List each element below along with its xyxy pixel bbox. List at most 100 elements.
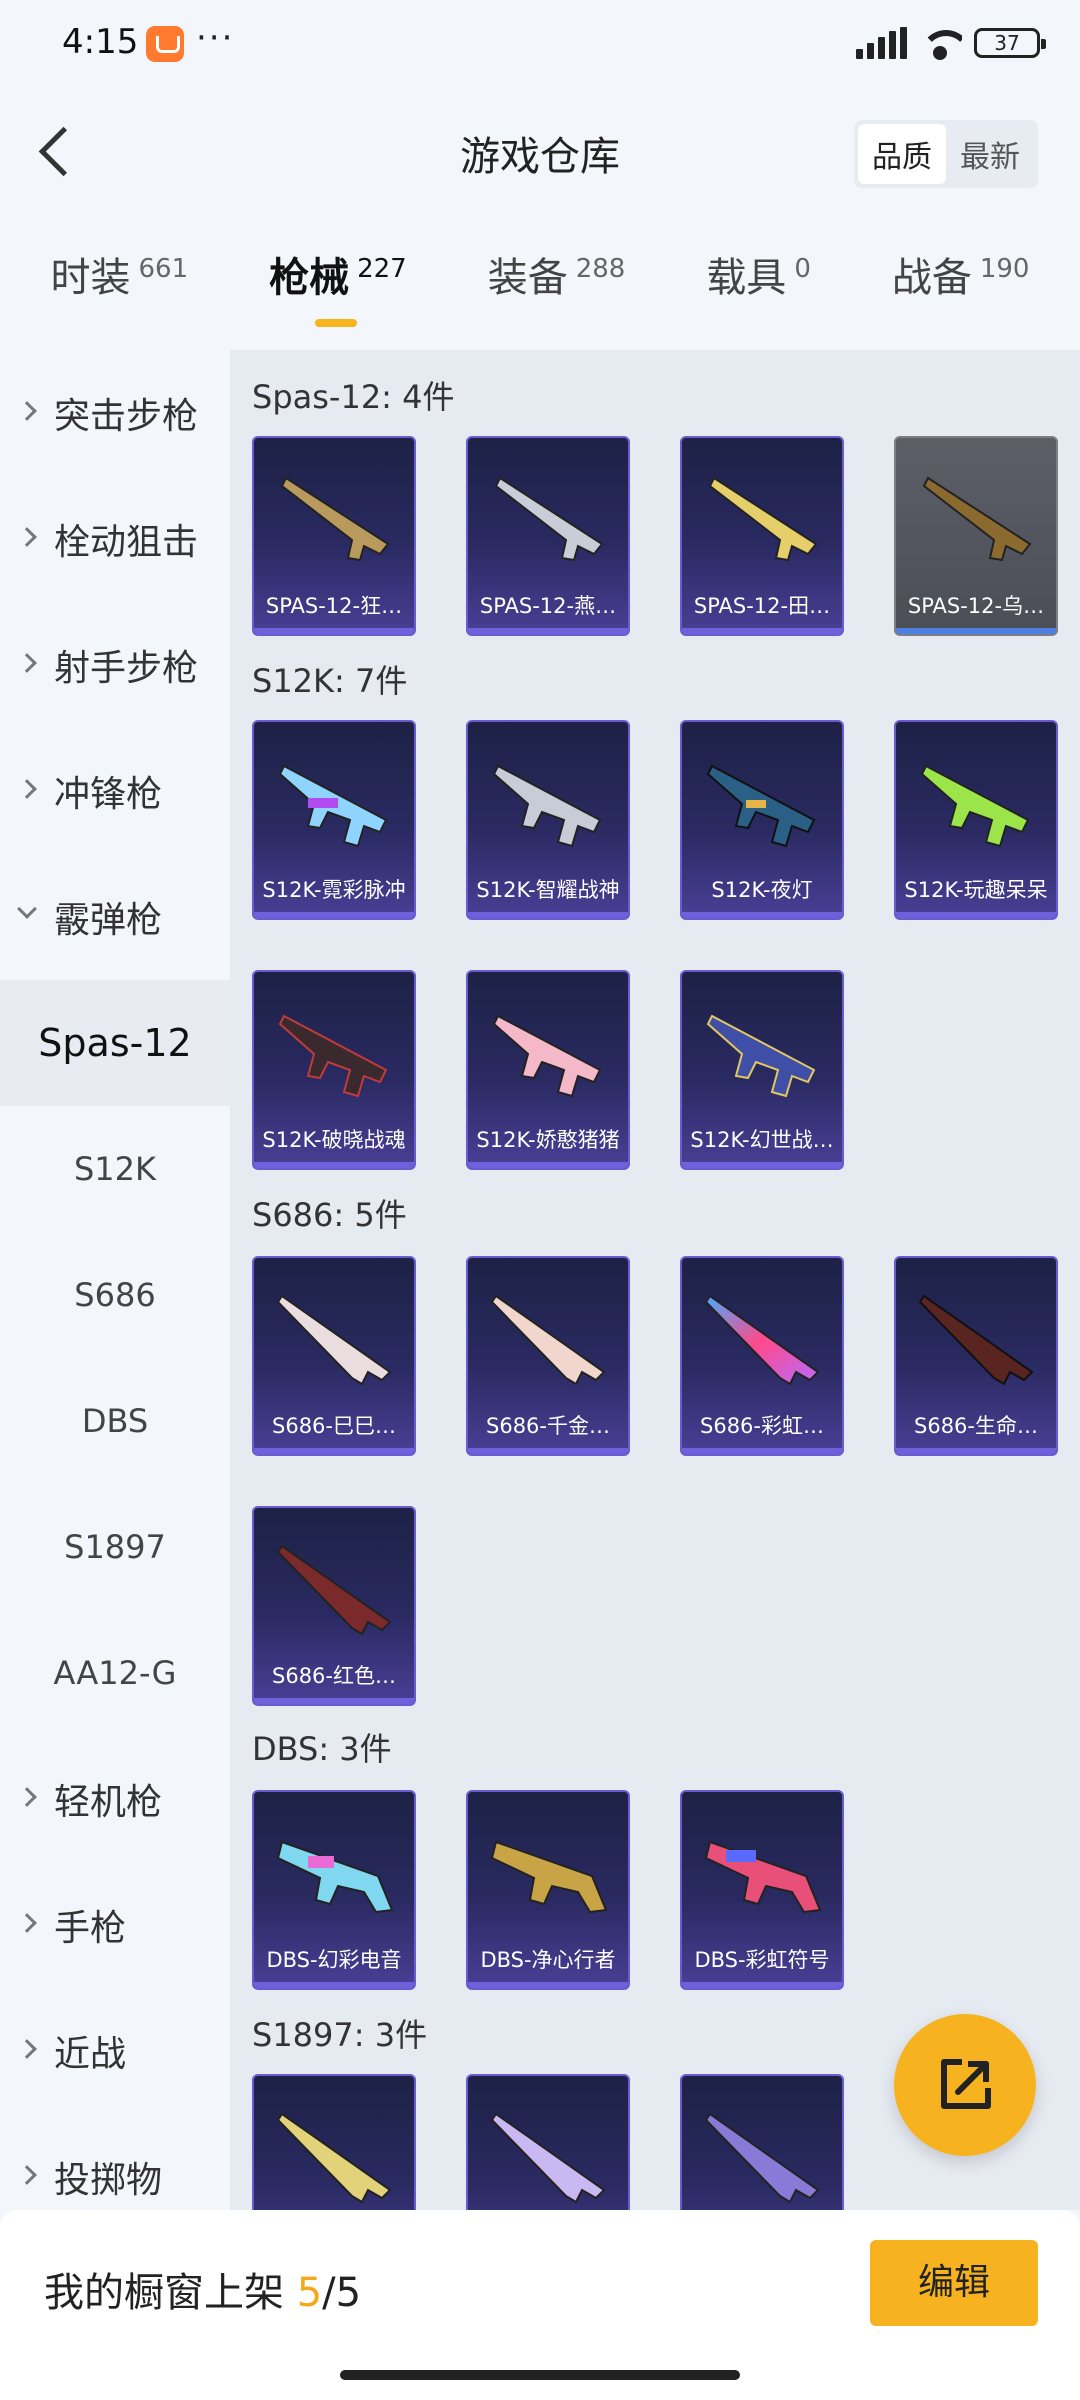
sort-quality-button[interactable]: 品质 — [858, 124, 946, 184]
skin-card[interactable]: DBS-彩虹符号 — [680, 1790, 844, 1990]
shotgun-skin-icon — [920, 764, 1030, 848]
card-bar — [254, 1982, 414, 1988]
skin-name: SPAS-12-燕… — [479, 594, 617, 618]
skin-name: S12K-幻世战… — [690, 1128, 834, 1152]
skin-card[interactable]: SPAS-12-田… — [680, 436, 844, 636]
card-bar — [682, 1448, 842, 1454]
sidebar-subitem-spas12[interactable]: Spas-12 — [0, 980, 230, 1106]
showcase-total: /5 — [322, 2270, 362, 2316]
tab-count: 661 — [138, 254, 189, 284]
tab-fashion[interactable]: 时装 661 — [50, 245, 188, 325]
tab-vehicles[interactable]: 载具 0 — [706, 245, 811, 325]
sidebar-item-label: 冲锋枪 — [54, 774, 163, 815]
skin-card[interactable]: S12K-幻世战… — [680, 970, 844, 1170]
skin-card[interactable]: S12K-夜灯 — [680, 720, 844, 920]
skin-name: S12K-夜灯 — [711, 878, 813, 902]
sidebar-item-lmg[interactable]: 轻机枪 — [0, 1736, 230, 1862]
card-bar — [254, 912, 414, 918]
chevron-right-icon — [17, 1787, 37, 1807]
skin-name: S12K-玩趣呆呆 — [904, 878, 1048, 902]
skin-card[interactable]: S686-千金… — [466, 1256, 630, 1456]
skin-name: S686-巳巳… — [272, 1414, 396, 1438]
group-title-spas12: Spas-12: 4件 — [252, 378, 455, 416]
skin-name: S686-红色… — [272, 1664, 396, 1688]
sidebar-item-label: 栓动狙击 — [54, 522, 199, 563]
sidebar-item-pistol[interactable]: 手枪 — [0, 1862, 230, 1988]
status-time: 4:15 — [62, 22, 139, 62]
skin-name: S686-千金… — [486, 1414, 610, 1438]
skin-card[interactable]: SPAS-12-乌… — [894, 436, 1058, 636]
share-button[interactable] — [894, 2014, 1036, 2156]
skin-name: S12K-霓彩脉冲 — [262, 878, 406, 902]
tab-equipment[interactable]: 装备 288 — [488, 245, 626, 325]
card-bar — [682, 912, 842, 918]
sidebar-item-bolt-sniper[interactable]: 栓动狙击 — [0, 476, 230, 602]
skin-card[interactable]: S686-红色… — [252, 1506, 416, 1706]
skin-card[interactable]: S686-彩虹… — [680, 1256, 844, 1456]
sidebar-item-melee[interactable]: 近战 — [0, 1988, 230, 2114]
sidebar-subitem-s1897[interactable]: S1897 — [0, 1484, 230, 1610]
tab-label: 战备 — [891, 255, 972, 301]
tab-firearms[interactable]: 枪械 227 — [269, 245, 407, 327]
share-icon — [941, 2059, 991, 2109]
sidebar-item-smg[interactable]: 冲锋枪 — [0, 728, 230, 854]
sidebar-subitem-s12k[interactable]: S12K — [0, 1106, 230, 1232]
shotgun-skin-icon — [704, 1294, 820, 1386]
skin-name: S12K-破晓战魂 — [262, 1128, 406, 1152]
card-bar — [896, 1448, 1056, 1454]
sidebar-subitem-dbs[interactable]: DBS — [0, 1358, 230, 1484]
status-bar: 4:15 ··· 37 — [0, 0, 1080, 90]
group-title-s1897: S1897: 3件 — [252, 2016, 428, 2054]
tab-label: 枪械 — [269, 255, 350, 301]
sidebar-subitem-s686[interactable]: S686 — [0, 1232, 230, 1358]
skin-card[interactable]: S12K-破晓战魂 — [252, 970, 416, 1170]
skin-card[interactable] — [680, 2074, 844, 2210]
skin-name: DBS-净心行者 — [480, 1948, 616, 1972]
card-bar — [254, 1448, 414, 1454]
sidebar-item-marksman-rifle[interactable]: 射手步枪 — [0, 602, 230, 728]
skin-card[interactable]: S12K-娇憨猪猪 — [466, 970, 630, 1170]
skin-card[interactable]: S686-生命… — [894, 1256, 1058, 1456]
skin-card[interactable]: DBS-幻彩电音 — [252, 1790, 416, 1990]
skin-card[interactable] — [252, 2074, 416, 2210]
signal-icon — [856, 27, 907, 59]
active-tab-indicator — [315, 319, 358, 327]
chevron-right-icon — [17, 653, 37, 673]
skin-card[interactable]: SPAS-12-燕… — [466, 436, 630, 636]
skin-card[interactable]: S686-巳巳… — [252, 1256, 416, 1456]
card-bar — [254, 1162, 414, 1168]
chevron-down-icon — [17, 899, 37, 919]
card-bar — [468, 1448, 628, 1454]
home-indicator[interactable] — [340, 2370, 740, 2380]
chevron-right-icon — [17, 401, 37, 421]
skin-name: SPAS-12-狂… — [265, 594, 403, 618]
shotgun-skin-icon — [492, 1014, 602, 1098]
tab-supplies[interactable]: 战备 190 — [892, 245, 1030, 325]
sidebar-item-shotgun[interactable]: 霰弹枪 — [0, 854, 230, 980]
tab-count: 227 — [357, 254, 407, 284]
card-bar — [468, 1982, 628, 1988]
skin-card[interactable]: S12K-霓彩脉冲 — [252, 720, 416, 920]
skin-card[interactable]: S12K-玩趣呆呆 — [894, 720, 1058, 920]
skin-name: S686-生命… — [914, 1414, 1038, 1438]
battery-icon: 37 — [974, 28, 1046, 58]
skin-name: DBS-彩虹符号 — [694, 1948, 830, 1972]
sidebar-item-label: 突击步枪 — [54, 396, 199, 437]
skin-card[interactable] — [466, 2074, 630, 2210]
sort-toggle: 品质 最新 — [854, 120, 1038, 188]
sort-newest-button[interactable]: 最新 — [946, 124, 1034, 184]
sidebar-item-label: 射手步枪 — [54, 648, 199, 689]
shotgun-skin-icon — [278, 764, 388, 848]
sidebar-item-assault-rifle[interactable]: 突击步枪 — [0, 350, 230, 476]
sidebar-subitem-aa12g[interactable]: AA12-G — [0, 1610, 230, 1736]
skin-card[interactable]: SPAS-12-狂… — [252, 436, 416, 636]
skin-card[interactable]: DBS-净心行者 — [466, 1790, 630, 1990]
edit-button[interactable]: 编辑 — [870, 2240, 1038, 2326]
group-title-dbs: DBS: 3件 — [252, 1730, 392, 1768]
skin-card[interactable]: S12K-智耀战神 — [466, 720, 630, 920]
card-bar — [468, 628, 628, 634]
shotgun-skin-icon — [706, 764, 816, 848]
shotgun-skin-icon — [276, 1840, 394, 1914]
skin-name: S686-彩虹… — [700, 1414, 824, 1438]
group-title-s686: S686: 5件 — [252, 1196, 407, 1234]
